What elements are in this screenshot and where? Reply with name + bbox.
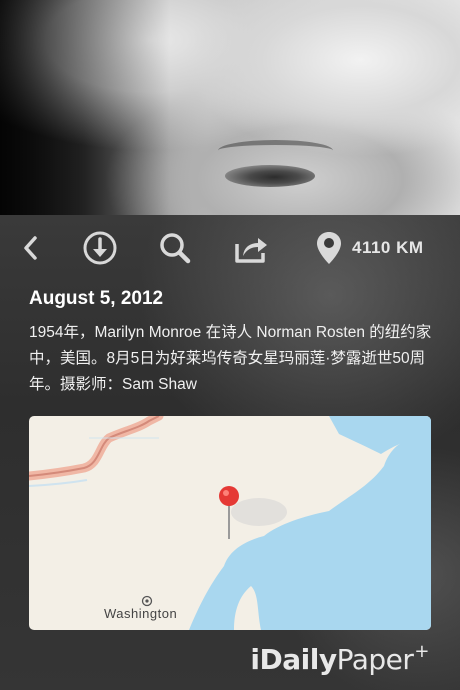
search-button[interactable] (155, 228, 195, 268)
location-map[interactable]: Washington (29, 416, 431, 630)
hero-photo (0, 0, 460, 215)
distance-indicator[interactable]: 4110 KM (314, 228, 424, 268)
toolbar: 4110 KM (0, 215, 460, 279)
search-icon (160, 233, 191, 264)
article-description: 1954年，Marilyn Monroe 在诗人 Norman Rosten 的… (29, 324, 432, 393)
brand-bold: iDaily (250, 643, 337, 676)
download-icon (83, 231, 117, 265)
map-city-label: Washington (104, 606, 178, 621)
photo-brow (218, 140, 333, 161)
map-graphic (29, 416, 431, 630)
brand-plus: + (414, 641, 429, 662)
photo-shadow (0, 0, 170, 215)
distance-label: 4110 KM (352, 238, 424, 257)
download-button[interactable] (80, 228, 120, 268)
article-date: August 5, 2012 (29, 288, 164, 309)
chevron-left-icon (24, 236, 37, 260)
share-button[interactable] (231, 228, 271, 268)
location-pin-icon (317, 232, 341, 264)
photo-eye (225, 165, 315, 187)
share-icon (235, 238, 267, 263)
brand-light: Paper (336, 643, 414, 676)
brand-logo: iDailyPaper+ (250, 641, 429, 676)
back-button[interactable] (11, 228, 51, 268)
